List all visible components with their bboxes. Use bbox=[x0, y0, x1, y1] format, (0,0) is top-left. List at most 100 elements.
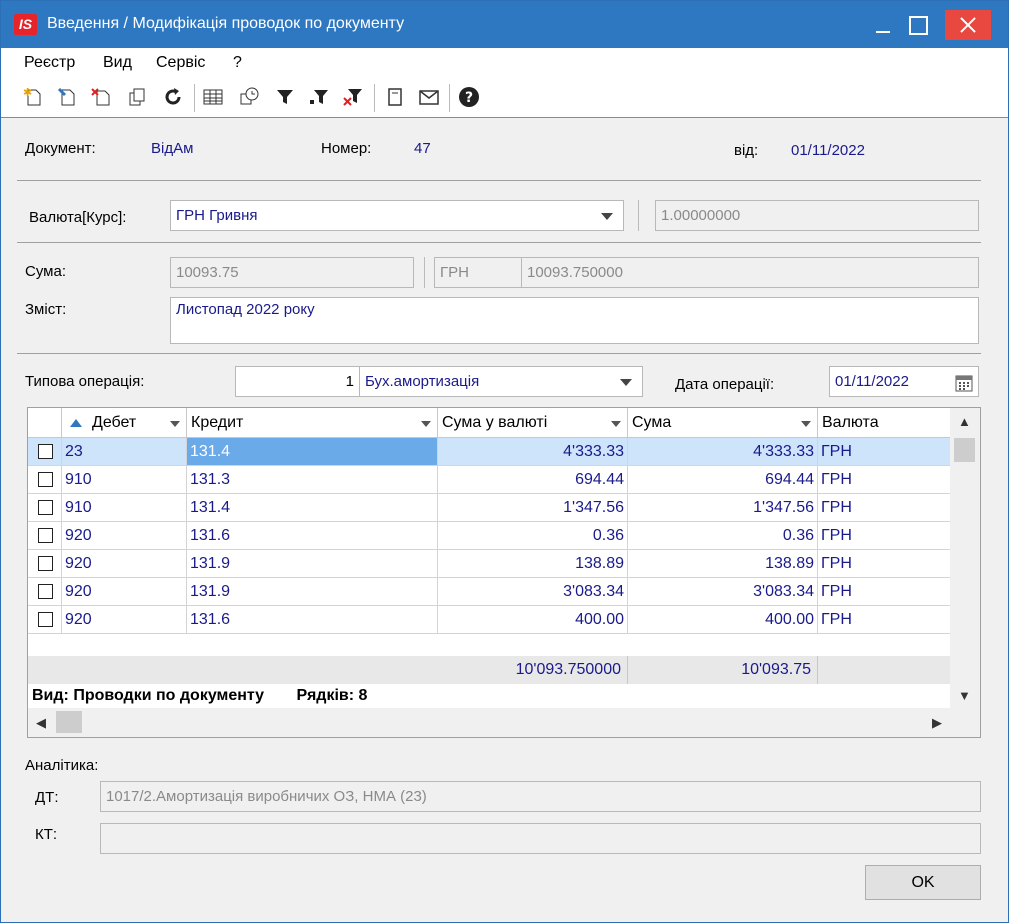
filter-icon[interactable] bbox=[273, 86, 297, 110]
header-checkbox-column bbox=[28, 408, 62, 438]
header-currency[interactable]: Валюта bbox=[818, 408, 950, 438]
cell-credit[interactable]: 131.4 bbox=[187, 438, 438, 465]
cell-debit[interactable]: 910 bbox=[62, 494, 187, 521]
cell-debit[interactable]: 920 bbox=[62, 578, 187, 605]
cell-sum[interactable]: 400.00 bbox=[628, 606, 818, 633]
table-row[interactable]: 910 131.4 1'347.56 1'347.56 ГРН bbox=[28, 494, 950, 522]
cell-credit[interactable]: 131.9 bbox=[187, 550, 438, 577]
cell-debit[interactable]: 920 bbox=[62, 550, 187, 577]
menu-view[interactable]: Вид bbox=[103, 54, 132, 72]
filter-dropdown-icon[interactable] bbox=[170, 421, 180, 427]
row-checkbox[interactable] bbox=[38, 472, 53, 487]
header-credit[interactable]: Кредит bbox=[187, 408, 438, 438]
row-checkbox[interactable] bbox=[38, 528, 53, 543]
chevron-down-icon[interactable] bbox=[620, 379, 632, 386]
cell-sum-currency[interactable]: 694.44 bbox=[438, 466, 628, 493]
header-debit[interactable]: Дебет bbox=[62, 408, 187, 438]
cell-currency[interactable]: ГРН bbox=[818, 606, 950, 633]
cell-sum[interactable]: 4'333.33 bbox=[628, 438, 818, 465]
row-checkbox[interactable] bbox=[38, 584, 53, 599]
cell-debit[interactable]: 910 bbox=[62, 466, 187, 493]
new-doc-icon[interactable]: ✱ bbox=[21, 86, 45, 110]
currency-select[interactable]: ГРН Гривня bbox=[170, 200, 624, 231]
cell-credit[interactable]: 131.9 bbox=[187, 578, 438, 605]
copy-icon[interactable] bbox=[125, 86, 149, 110]
cell-currency[interactable]: ГРН bbox=[818, 550, 950, 577]
cell-sum-currency[interactable]: 4'333.33 bbox=[438, 438, 628, 465]
vertical-scrollbar[interactable]: ▲ ▼ bbox=[950, 408, 980, 708]
ok-button[interactable]: OK bbox=[865, 865, 981, 900]
help-icon[interactable]: ? bbox=[457, 86, 481, 110]
maximize-button[interactable] bbox=[895, 1, 939, 48]
sum-currency-field: ГРН bbox=[434, 257, 522, 288]
row-checkbox[interactable] bbox=[38, 500, 53, 515]
cell-currency[interactable]: ГРН bbox=[818, 438, 950, 465]
cell-sum-currency[interactable]: 0.36 bbox=[438, 522, 628, 549]
filter-dropdown-icon[interactable] bbox=[611, 421, 621, 427]
cell-debit[interactable]: 920 bbox=[62, 522, 187, 549]
header-sum-currency[interactable]: Сума у валюті bbox=[438, 408, 628, 438]
table-row[interactable]: 910 131.3 694.44 694.44 ГРН bbox=[28, 466, 950, 494]
clock-icon[interactable] bbox=[237, 86, 261, 110]
horizontal-scrollbar[interactable]: ◀ ▶ bbox=[28, 708, 980, 737]
menu-bar: Реєстр Вид Сервіс ? bbox=[1, 48, 1008, 78]
chevron-down-icon[interactable] bbox=[601, 213, 613, 220]
edit-doc-icon[interactable] bbox=[55, 86, 79, 110]
divider bbox=[17, 353, 981, 354]
cell-credit[interactable]: 131.3 bbox=[187, 466, 438, 493]
table-row[interactable]: 920 131.9 138.89 138.89 ГРН bbox=[28, 550, 950, 578]
table-row[interactable]: 920 131.6 400.00 400.00 ГРН bbox=[28, 606, 950, 634]
menu-help[interactable]: ? bbox=[233, 54, 242, 72]
cell-sum-currency[interactable]: 138.89 bbox=[438, 550, 628, 577]
cell-currency[interactable]: ГРН bbox=[818, 466, 950, 493]
filter-clear-icon[interactable] bbox=[341, 86, 365, 110]
close-button[interactable] bbox=[945, 10, 991, 40]
table-row[interactable]: 920 131.9 3'083.34 3'083.34 ГРН bbox=[28, 578, 950, 606]
calendar-icon[interactable] bbox=[955, 373, 973, 396]
menu-service[interactable]: Сервіс bbox=[156, 54, 205, 72]
view-label: Вид: Проводки по документу bbox=[32, 687, 265, 704]
cell-sum[interactable]: 3'083.34 bbox=[628, 578, 818, 605]
sheet-icon[interactable] bbox=[383, 86, 407, 110]
filter-dropdown-icon[interactable] bbox=[421, 421, 431, 427]
header-sum[interactable]: Сума bbox=[628, 408, 818, 438]
cell-currency[interactable]: ГРН bbox=[818, 578, 950, 605]
filter-add-icon[interactable] bbox=[307, 86, 331, 110]
cell-sum-currency[interactable]: 1'347.56 bbox=[438, 494, 628, 521]
scroll-up-icon[interactable]: ▲ bbox=[958, 414, 971, 429]
cell-sum[interactable]: 0.36 bbox=[628, 522, 818, 549]
cell-sum-currency[interactable]: 3'083.34 bbox=[438, 578, 628, 605]
table-row[interactable]: 920 131.6 0.36 0.36 ГРН bbox=[28, 522, 950, 550]
operation-code-field[interactable]: 1 bbox=[235, 366, 360, 397]
cell-sum[interactable]: 694.44 bbox=[628, 466, 818, 493]
cell-debit[interactable]: 23 bbox=[62, 438, 187, 465]
row-checkbox[interactable] bbox=[38, 556, 53, 571]
scroll-thumb[interactable] bbox=[954, 438, 975, 462]
cell-sum-currency[interactable]: 400.00 bbox=[438, 606, 628, 633]
scroll-thumb[interactable] bbox=[56, 711, 82, 733]
filter-dropdown-icon[interactable] bbox=[801, 421, 811, 427]
cell-debit[interactable]: 920 bbox=[62, 606, 187, 633]
mail-icon[interactable] bbox=[417, 86, 441, 110]
menu-registry[interactable]: Реєстр bbox=[24, 54, 75, 72]
cell-credit[interactable]: 131.4 bbox=[187, 494, 438, 521]
cell-credit[interactable]: 131.6 bbox=[187, 522, 438, 549]
scroll-down-icon[interactable]: ▼ bbox=[958, 688, 971, 703]
content-textarea[interactable]: Листопад 2022 року bbox=[170, 297, 979, 344]
date-value: 01/11/2022 bbox=[791, 142, 865, 159]
cell-credit[interactable]: 131.6 bbox=[187, 606, 438, 633]
cell-sum[interactable]: 1'347.56 bbox=[628, 494, 818, 521]
operation-date-field[interactable]: 01/11/2022 bbox=[829, 366, 979, 397]
row-checkbox[interactable] bbox=[38, 444, 53, 459]
cell-currency[interactable]: ГРН bbox=[818, 494, 950, 521]
table-icon[interactable] bbox=[201, 86, 225, 110]
scroll-left-icon[interactable]: ◀ bbox=[36, 715, 46, 731]
cell-sum[interactable]: 138.89 bbox=[628, 550, 818, 577]
delete-doc-icon[interactable] bbox=[89, 86, 113, 110]
operation-select[interactable]: Бух.амортизація bbox=[359, 366, 643, 397]
row-checkbox[interactable] bbox=[38, 612, 53, 627]
cell-currency[interactable]: ГРН bbox=[818, 522, 950, 549]
table-row[interactable]: 23 131.4 4'333.33 4'333.33 ГРН bbox=[28, 438, 950, 466]
scroll-right-icon[interactable]: ▶ bbox=[932, 715, 942, 731]
refresh-icon[interactable] bbox=[161, 86, 185, 110]
